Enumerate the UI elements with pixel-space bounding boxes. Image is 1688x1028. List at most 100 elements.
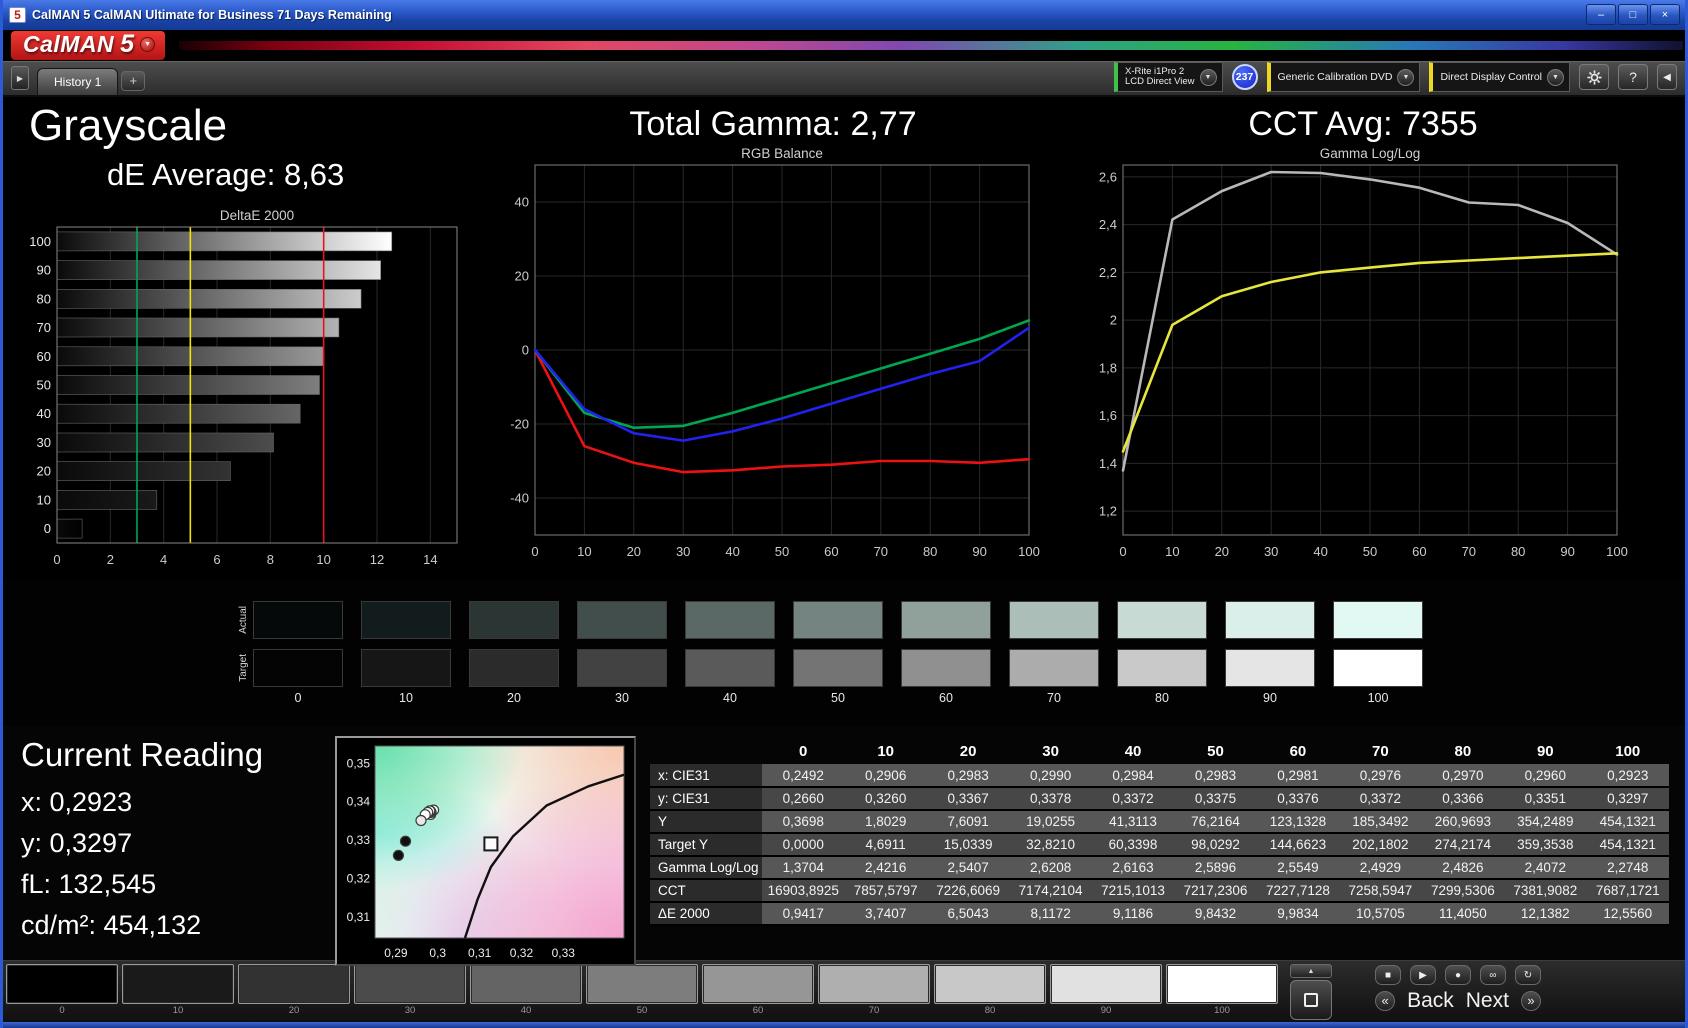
swatch-level-label: 80 <box>1155 691 1169 705</box>
table-cell: 7381,9082 <box>1504 879 1587 903</box>
settings-button[interactable] <box>1579 64 1609 90</box>
table-cell: 98,0292 <box>1174 833 1257 857</box>
swatch-column-10: 10 <box>361 601 451 726</box>
source-selector[interactable]: Generic Calibration DVD ▼ <box>1266 62 1421 92</box>
svg-text:50: 50 <box>775 544 789 559</box>
pattern-swatch-30[interactable]: 30 <box>354 964 466 1017</box>
display-control-selector[interactable]: Direct Display Control ▼ <box>1429 62 1570 92</box>
pattern-patch[interactable] <box>1050 964 1162 1004</box>
pattern-patch[interactable] <box>238 964 350 1004</box>
target-swatch-60 <box>901 649 991 687</box>
pattern-patch[interactable] <box>702 964 814 1004</box>
help-button[interactable]: ? <box>1618 64 1648 90</box>
actual-swatch-100 <box>1333 601 1423 639</box>
svg-text:0,29: 0,29 <box>384 946 408 960</box>
pattern-patch[interactable] <box>122 964 234 1004</box>
maximize-button[interactable]: □ <box>1618 4 1648 25</box>
panel-toggle-button[interactable]: ▶ <box>11 66 29 90</box>
pattern-up-button[interactable]: ▲ <box>1290 964 1332 978</box>
pattern-window-button[interactable] <box>1290 980 1332 1020</box>
loop-button[interactable]: ↻ <box>1515 965 1541 985</box>
table-cell: 7857,5797 <box>844 879 927 903</box>
pattern-patch[interactable] <box>6 964 118 1004</box>
current-reading-panel: Current Reading x: 0,2923 y: 0,3297 fL: … <box>21 730 321 960</box>
target-swatch-80 <box>1117 649 1207 687</box>
table-cell: 0,3378 <box>1009 787 1092 811</box>
svg-text:80: 80 <box>37 291 51 306</box>
pattern-swatch-70[interactable]: 70 <box>818 964 930 1017</box>
chevron-down-icon[interactable]: ▼ <box>1199 68 1217 86</box>
pattern-bar: 0 10 20 30 40 50 60 70 80 90 100 ▲ ■ ▶ ● ∞ ↻ « Back Ne… <box>3 960 1685 1022</box>
svg-text:90: 90 <box>972 544 986 559</box>
minimize-button[interactable]: – <box>1586 4 1616 25</box>
pattern-patch[interactable] <box>934 964 1046 1004</box>
tab-history-1[interactable]: History 1 <box>37 68 119 95</box>
svg-text:12: 12 <box>370 552 384 567</box>
pattern-level-label: 40 <box>520 1005 532 1016</box>
chevron-down-icon[interactable]: ▼ <box>140 37 156 52</box>
svg-text:70: 70 <box>37 320 51 335</box>
calman-logo[interactable]: CalMAN 5 ▼ <box>11 30 166 60</box>
table-col-header: 30 <box>1042 742 1059 760</box>
swatch-column-40: 40 <box>685 601 775 726</box>
svg-text:Gamma Log/Log: Gamma Log/Log <box>1320 146 1421 161</box>
meter-selector[interactable]: X-Rite i1Pro 2 LCD Direct View ▼ <box>1113 62 1223 92</box>
pattern-swatch-90[interactable]: 90 <box>1050 964 1162 1017</box>
table-cell: 8,1172 <box>1009 902 1092 926</box>
pattern-swatch-80[interactable]: 80 <box>934 964 1046 1017</box>
swatch-level-label: 10 <box>399 691 413 705</box>
title-bar[interactable]: 5 CalMAN 5 CalMAN Ultimate for Business … <box>3 0 1685 30</box>
logo-version-text: 5 <box>120 30 135 58</box>
svg-text:0,35: 0,35 <box>347 756 371 770</box>
add-tab-button[interactable]: + <box>121 71 146 91</box>
chevron-down-icon[interactable]: ▼ <box>1547 68 1564 86</box>
next-chevron-icon[interactable]: » <box>1520 991 1541 1011</box>
svg-text:2,6: 2,6 <box>1099 169 1117 184</box>
svg-text:1,4: 1,4 <box>1099 456 1117 471</box>
pattern-swatch-50[interactable]: 50 <box>586 964 698 1017</box>
table-col-header: 60 <box>1289 742 1307 760</box>
record-button[interactable]: ● <box>1445 965 1471 985</box>
pattern-patch[interactable] <box>470 964 582 1004</box>
collapse-panel-button[interactable]: ◀ <box>1657 64 1677 90</box>
table-row-label: ΔE 2000 <box>650 902 762 926</box>
pattern-swatch-60[interactable]: 60 <box>702 964 814 1017</box>
table-cell: 2,2748 <box>1586 856 1669 880</box>
svg-text:2: 2 <box>1110 313 1117 328</box>
gear-icon <box>1586 69 1602 85</box>
pattern-swatch-10[interactable]: 10 <box>122 964 234 1017</box>
pattern-swatch-0[interactable]: 0 <box>6 964 118 1017</box>
back-button[interactable]: Back <box>1407 989 1454 1013</box>
swatch-level-label: 0 <box>294 691 302 705</box>
pattern-swatch-20[interactable]: 20 <box>238 964 350 1017</box>
pattern-patch[interactable] <box>586 964 698 1004</box>
table-row: Target Y 0,0000 4,6911 15,0339 32,8210 60,339… <box>650 833 1669 857</box>
svg-text:30: 30 <box>1264 544 1278 559</box>
chevron-down-icon[interactable]: ▼ <box>1397 68 1415 86</box>
table-cell: 16903,8925 <box>762 879 845 903</box>
back-chevron-icon[interactable]: « <box>1375 991 1396 1011</box>
pattern-patch[interactable] <box>354 964 466 1004</box>
table-col-header <box>650 738 762 764</box>
target-swatch-10 <box>361 649 451 687</box>
play-button[interactable]: ▶ <box>1410 965 1436 985</box>
table-row: y: CIE31 0,2660 0,3260 0,3367 0,3378 0,3372 0,… <box>650 787 1669 811</box>
next-button[interactable]: Next <box>1466 989 1509 1013</box>
tab-label: History 1 <box>54 75 102 89</box>
table-cell: 1,8029 <box>844 810 927 834</box>
table-cell: 123,1328 <box>1256 810 1340 834</box>
continuous-button[interactable]: ∞ <box>1480 965 1506 985</box>
table-cell: 2,6208 <box>1009 856 1092 880</box>
table-cell: 7258,5947 <box>1339 879 1422 903</box>
table-cell: 0,2976 <box>1339 764 1422 788</box>
table-row: CCT 16903,8925 7857,5797 7226,6069 7174,2104… <box>650 879 1669 903</box>
table-col-header: 0 <box>799 742 808 760</box>
pattern-patch[interactable] <box>1166 964 1278 1004</box>
stop-button[interactable]: ■ <box>1375 965 1401 985</box>
pattern-swatch-40[interactable]: 40 <box>470 964 582 1017</box>
pattern-patch[interactable] <box>818 964 930 1004</box>
pattern-swatch-100[interactable]: 100 <box>1166 964 1278 1017</box>
close-button[interactable]: × <box>1650 4 1680 25</box>
table-cell: 354,2489 <box>1504 810 1587 834</box>
svg-text:10: 10 <box>316 552 330 567</box>
